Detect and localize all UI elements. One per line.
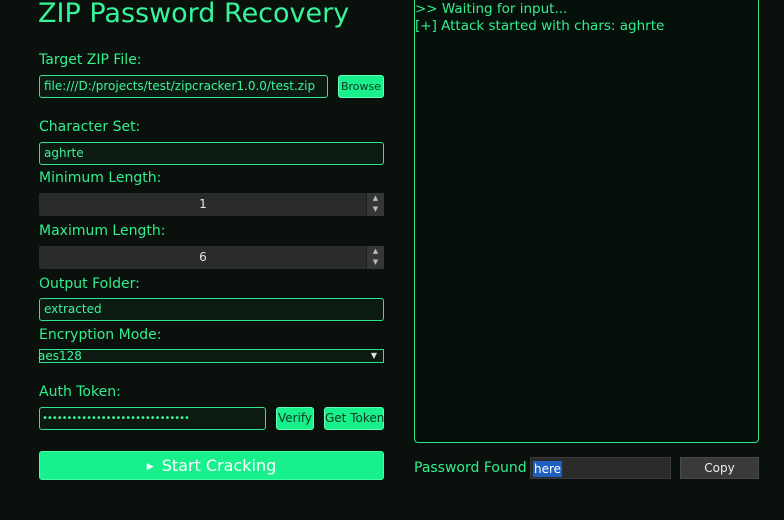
browse-button[interactable]: Browse: [338, 75, 384, 98]
get-token-button[interactable]: Get Token: [324, 407, 384, 430]
app-title: ZIP Password Recovery: [38, 0, 350, 29]
increment-arrow-icon[interactable]: ▲: [367, 246, 384, 257]
min-length-spinbox[interactable]: 1 ▲ ▼: [39, 193, 384, 216]
start-cracking-button[interactable]: ▶ Start Cracking: [39, 451, 384, 480]
output-folder-input[interactable]: extracted: [39, 298, 384, 321]
copy-button[interactable]: Copy: [680, 457, 759, 479]
encryption-mode-select[interactable]: aes128 ▼: [38, 349, 384, 363]
password-found-value: here: [533, 461, 563, 477]
max-length-spinbox[interactable]: 6 ▲ ▼: [39, 246, 384, 269]
verify-button[interactable]: Verify: [276, 407, 314, 430]
max-length-value: 6: [199, 250, 207, 264]
min-length-value: 1: [199, 197, 207, 211]
increment-arrow-icon[interactable]: ▲: [367, 193, 384, 204]
charset-label: Character Set:: [39, 119, 141, 135]
max-length-stepper[interactable]: ▲ ▼: [366, 246, 384, 269]
min-length-stepper[interactable]: ▲ ▼: [366, 193, 384, 216]
start-cracking-label: Start Cracking: [161, 456, 277, 475]
encryption-mode-value: aes128: [38, 349, 82, 363]
target-zip-label: Target ZIP File:: [39, 52, 142, 68]
min-length-label: Minimum Length:: [39, 170, 162, 186]
auth-token-input[interactable]: ••••••••••••••••••••••••••••••: [39, 407, 266, 430]
target-zip-input[interactable]: file:///D:/projects/test/zipcracker1.0.0…: [39, 75, 328, 98]
console-line: [+] Attack started with chars: aghrte: [415, 18, 665, 34]
console-line: >> Waiting for input...: [415, 1, 568, 17]
encryption-mode-label: Encryption Mode:: [39, 327, 162, 343]
output-folder-label: Output Folder:: [39, 276, 140, 292]
decrement-arrow-icon[interactable]: ▼: [367, 204, 384, 215]
auth-token-label: Auth Token:: [39, 384, 121, 400]
chevron-down-icon[interactable]: ▼: [371, 350, 377, 362]
console-log[interactable]: >> Waiting for input... [+] Attack start…: [414, 0, 759, 443]
max-length-label: Maximum Length:: [39, 223, 166, 239]
decrement-arrow-icon[interactable]: ▼: [367, 257, 384, 268]
play-icon: ▶: [146, 462, 154, 472]
password-found-field[interactable]: here: [530, 457, 671, 479]
charset-input[interactable]: aghrte: [39, 142, 384, 165]
password-found-label: Password Found: [414, 460, 527, 476]
